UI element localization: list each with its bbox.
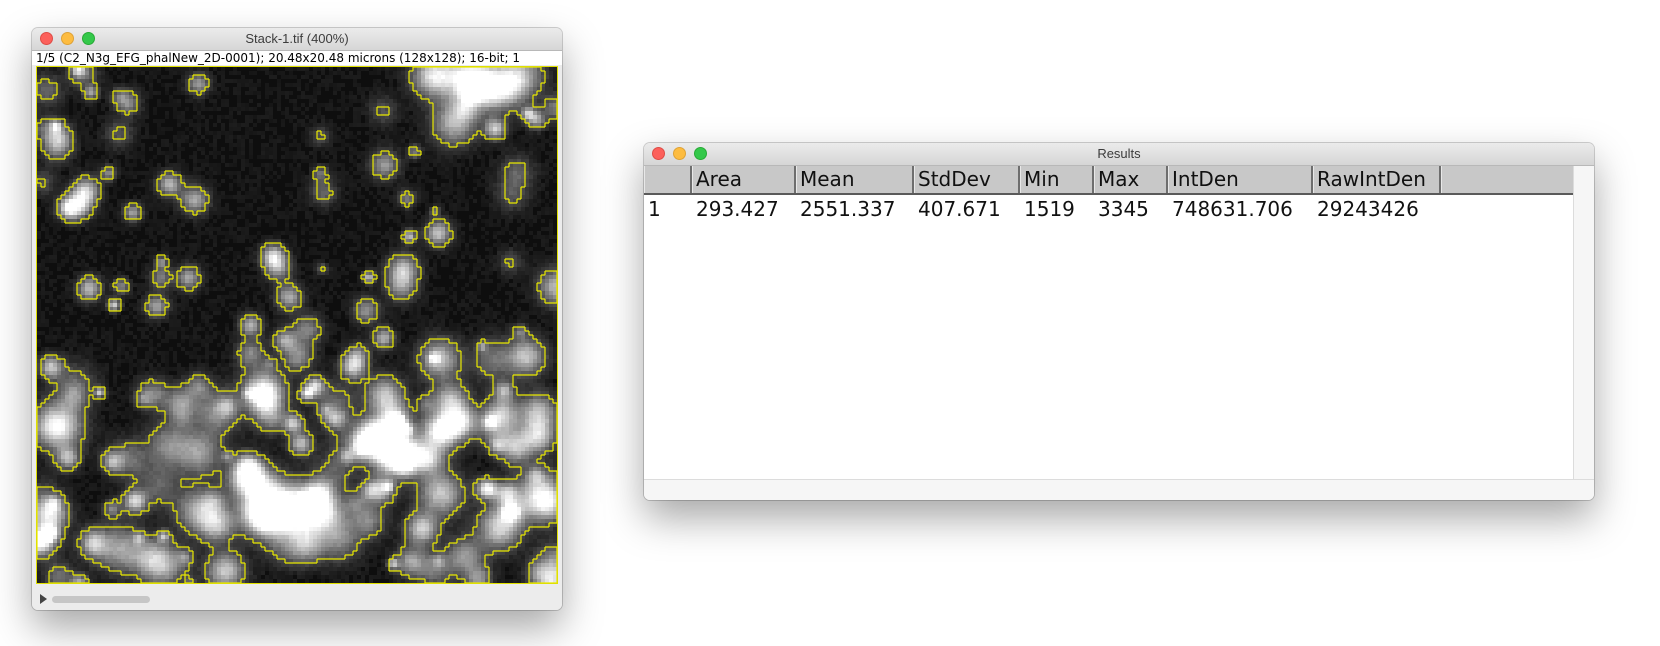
cell-area: 293.427: [696, 197, 779, 221]
results-window: Results Area Mean StdDev Min Max IntDen …: [644, 143, 1594, 500]
close-button[interactable]: [652, 147, 665, 160]
column-header-min[interactable]: Min: [1020, 166, 1094, 193]
minimize-button[interactable]: [673, 147, 686, 160]
image-window: Stack-1.tif (400%) 1/5 (C2_N3g_EFG_phalN…: [32, 28, 562, 610]
micrograph-image[interactable]: [37, 67, 557, 583]
column-header-rawintden[interactable]: RawIntDen: [1313, 166, 1441, 193]
column-header-index[interactable]: [644, 166, 692, 193]
stack-slice-slider[interactable]: [52, 596, 150, 603]
window-controls: [40, 32, 95, 45]
cell-rawintden: 29243426: [1317, 197, 1419, 221]
column-header-filler: [1441, 166, 1574, 193]
results-table-header: Area Mean StdDev Min Max IntDen RawIntDe…: [644, 166, 1574, 195]
cell-intden: 748631.706: [1172, 197, 1293, 221]
zoom-button[interactable]: [694, 147, 707, 160]
horizontal-scrollbar[interactable]: [644, 479, 1594, 500]
column-header-stddev[interactable]: StdDev: [914, 166, 1020, 193]
column-header-mean[interactable]: Mean: [796, 166, 914, 193]
minimize-button[interactable]: [61, 32, 74, 45]
window-controls: [652, 147, 707, 160]
zoom-button[interactable]: [82, 32, 95, 45]
cell-index: 1: [648, 197, 661, 221]
stack-slider-row: [32, 588, 562, 610]
results-window-title: Results: [1097, 146, 1141, 161]
results-table: Area Mean StdDev Min Max IntDen RawIntDe…: [644, 166, 1574, 480]
vertical-scrollbar[interactable]: [1573, 166, 1594, 480]
image-info-bar: 1/5 (C2_N3g_EFG_phalNew_2D-0001); 20.48x…: [32, 51, 562, 65]
table-row[interactable]: 1 293.427 2551.337 407.671 1519 3345 748…: [644, 195, 1574, 223]
image-canvas[interactable]: [36, 66, 558, 584]
micrograph-pixels: [37, 67, 557, 583]
column-header-max[interactable]: Max: [1094, 166, 1168, 193]
cell-min: 1519: [1024, 197, 1075, 221]
results-window-titlebar[interactable]: Results: [644, 143, 1594, 166]
close-button[interactable]: [40, 32, 53, 45]
play-icon[interactable]: [40, 594, 47, 604]
column-header-area[interactable]: Area: [692, 166, 796, 193]
image-window-title: Stack-1.tif (400%): [245, 31, 349, 46]
column-header-intden[interactable]: IntDen: [1168, 166, 1313, 193]
cell-mean: 2551.337: [800, 197, 896, 221]
cell-max: 3345: [1098, 197, 1149, 221]
cell-stddev: 407.671: [918, 197, 1001, 221]
image-window-titlebar[interactable]: Stack-1.tif (400%): [32, 28, 562, 51]
